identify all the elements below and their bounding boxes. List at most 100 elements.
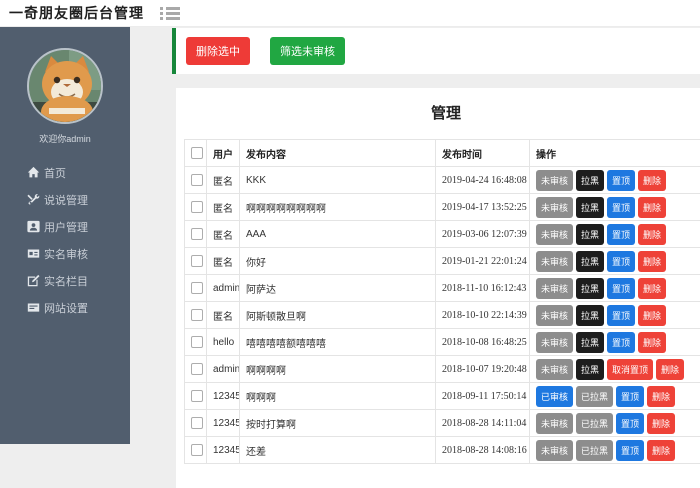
delete-button[interactable]: 删除 [638,278,666,299]
delete-button[interactable]: 删除 [647,413,675,434]
review-button[interactable]: 未审核 [536,170,573,191]
review-button[interactable]: 未审核 [536,197,573,218]
review-button[interactable]: 未审核 [536,332,573,353]
row-checkbox[interactable] [191,336,203,348]
row-checkbox[interactable] [191,228,203,240]
user-cell: hello [207,329,240,356]
column-header-content: 发布内容 [240,140,436,167]
select-all-cell [185,140,207,167]
row-checkbox[interactable] [191,174,203,186]
row-checkbox[interactable] [191,390,203,402]
operations-cell: 未审核拉黑置顶删除 [530,221,700,248]
table-row: 匿名KKK2019-04-24 16:48:08未审核拉黑置顶删除 [185,167,700,194]
row-checkbox[interactable] [191,444,203,456]
sidebar-toggle-icon[interactable] [160,5,180,22]
table-row: admin啊啊啊啊2018-10-07 19:20:48未审核拉黑取消置顶删除 [185,356,700,383]
content-cell: 阿斯顿散旦啊 [240,302,436,329]
table-row: 匿名啊啊啊啊啊啊啊啊2019-04-17 13:52:25未审核拉黑置顶删除 [185,194,700,221]
pin-button[interactable]: 置顶 [616,386,644,407]
time-cell: 2019-04-24 16:48:08 [436,167,530,194]
delete-button[interactable]: 删除 [638,305,666,326]
pin-button[interactable]: 置顶 [607,278,635,299]
blacklist-button[interactable]: 拉黑 [576,305,604,326]
sidebar-item-realname-audit[interactable]: 实名审核 [0,240,130,267]
delete-selected-button[interactable]: 删除选中 [186,37,250,65]
user-cell: 匿名 [207,302,240,329]
sidebar-item-home[interactable]: 首页 [0,159,130,186]
delete-button[interactable]: 删除 [638,197,666,218]
review-button[interactable]: 未审核 [536,278,573,299]
row-checkbox[interactable] [191,255,203,267]
row-checkbox[interactable] [191,309,203,321]
posts-table: 用户 发布内容 发布时间 操作 匿名KKK2019-04-24 16:48:08… [184,139,700,464]
avatar[interactable] [27,48,103,124]
user-cell: 匿名 [207,221,240,248]
blacklist-button[interactable]: 拉黑 [576,332,604,353]
tools-icon [27,193,40,206]
delete-button[interactable]: 删除 [638,251,666,272]
sidebar-item-realname-column[interactable]: 实名栏目 [0,267,130,294]
review-button[interactable]: 未审核 [536,440,573,461]
delete-button[interactable]: 删除 [638,224,666,245]
delete-button[interactable]: 删除 [638,332,666,353]
row-select-cell [185,383,207,410]
time-cell: 2019-03-06 12:07:39 [436,221,530,248]
user-cell: admin [207,275,240,302]
user-cell: 匿名 [207,248,240,275]
pin-button[interactable]: 置顶 [607,251,635,272]
blacklist-button[interactable]: 拉黑 [576,359,604,380]
time-cell: 2019-01-21 22:01:24 [436,248,530,275]
delete-button[interactable]: 删除 [656,359,684,380]
table-row: hello嘻嘻嘻嘻额嘻嘻嘻2018-10-08 16:48:25未审核拉黑置顶删… [185,329,700,356]
blacklist-button[interactable]: 已拉黑 [576,440,613,461]
sidebar-item-posts[interactable]: 说说管理 [0,186,130,213]
table-row: 123456按时打算啊2018-08-28 14:11:04未审核已拉黑置顶删除 [185,410,700,437]
table-row: 匿名AAA2019-03-06 12:07:39未审核拉黑置顶删除 [185,221,700,248]
sidebar-item-users[interactable]: 用户管理 [0,213,130,240]
row-checkbox[interactable] [191,201,203,213]
row-select-cell [185,410,207,437]
blacklist-button[interactable]: 拉黑 [576,251,604,272]
blacklist-button[interactable]: 拉黑 [576,224,604,245]
pin-button[interactable]: 置顶 [607,224,635,245]
row-checkbox[interactable] [191,282,203,294]
review-button[interactable]: 未审核 [536,413,573,434]
pin-button[interactable]: 置顶 [607,197,635,218]
row-checkbox[interactable] [191,417,203,429]
time-cell: 2019-04-17 13:52:25 [436,194,530,221]
delete-button[interactable]: 删除 [647,386,675,407]
unpin-button[interactable]: 取消置顶 [607,359,653,380]
operations-cell: 未审核拉黑置顶删除 [530,167,700,194]
blacklist-button[interactable]: 已拉黑 [576,386,613,407]
row-select-cell [185,221,207,248]
table-body: 匿名KKK2019-04-24 16:48:08未审核拉黑置顶删除匿名啊啊啊啊啊… [185,167,700,464]
operations-cell: 未审核拉黑置顶删除 [530,302,700,329]
pin-button[interactable]: 置顶 [616,440,644,461]
delete-button[interactable]: 删除 [647,440,675,461]
review-button[interactable]: 已审核 [536,386,573,407]
blacklist-button[interactable]: 已拉黑 [576,413,613,434]
pin-button[interactable]: 置顶 [616,413,644,434]
top-header: 一奇朋友圈后台管理 [0,0,700,27]
pin-button[interactable]: 置顶 [607,332,635,353]
table-row: 123456还差2018-08-28 14:08:16未审核已拉黑置顶删除 [185,437,700,464]
row-checkbox[interactable] [191,363,203,375]
pin-button[interactable]: 置顶 [607,305,635,326]
review-button[interactable]: 未审核 [536,224,573,245]
delete-button[interactable]: 删除 [638,170,666,191]
sidebar-item-site-settings[interactable]: 网站设置 [0,294,130,321]
pin-button[interactable]: 置顶 [607,170,635,191]
content-cell: 啊啊啊啊 [240,356,436,383]
filter-unreviewed-button[interactable]: 筛选未审核 [270,37,345,65]
review-button[interactable]: 未审核 [536,359,573,380]
blacklist-button[interactable]: 拉黑 [576,197,604,218]
select-all-checkbox[interactable] [191,147,203,159]
blacklist-button[interactable]: 拉黑 [576,170,604,191]
toolbar: 删除选中 筛选未审核 [176,28,700,74]
row-select-cell [185,329,207,356]
operations-cell: 未审核已拉黑置顶删除 [530,437,700,464]
blacklist-button[interactable]: 拉黑 [576,278,604,299]
sidebar-item-label: 用户管理 [44,219,88,235]
review-button[interactable]: 未审核 [536,251,573,272]
review-button[interactable]: 未审核 [536,305,573,326]
